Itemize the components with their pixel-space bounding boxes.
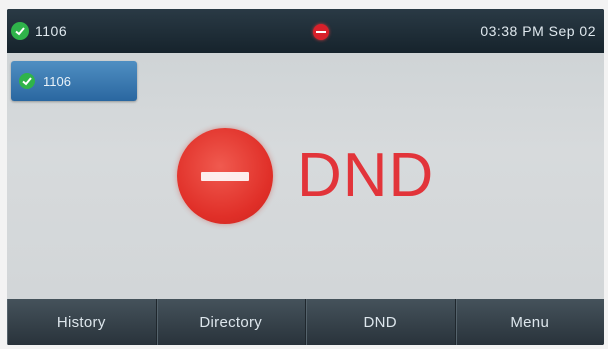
phone-screen: 1106 03:38 PM Sep 02 1106 DND History Di… bbox=[7, 9, 604, 345]
dnd-status-icon bbox=[313, 24, 329, 40]
dnd-label: DND bbox=[297, 141, 435, 210]
status-bar: 1106 03:38 PM Sep 02 bbox=[7, 9, 604, 53]
date-time: 03:38 PM Sep 02 bbox=[480, 23, 596, 39]
softkey-history[interactable]: History bbox=[7, 299, 157, 345]
registered-check-icon bbox=[19, 73, 35, 89]
registered-check-icon bbox=[11, 22, 29, 40]
line-key-label: 1106 bbox=[43, 73, 71, 89]
softkey-bar: History Directory DND Menu bbox=[7, 299, 604, 345]
dnd-icon bbox=[177, 128, 297, 228]
account-status: 1106 bbox=[11, 21, 67, 41]
softkey-menu[interactable]: Menu bbox=[456, 299, 605, 345]
account-label: 1106 bbox=[35, 23, 68, 39]
dnd-bar bbox=[201, 172, 249, 181]
idle-screen: 1106 DND bbox=[7, 53, 604, 299]
softkey-directory[interactable]: Directory bbox=[157, 299, 306, 345]
line-key-1106[interactable]: 1106 bbox=[11, 61, 137, 101]
phone-bezel: 1106 03:38 PM Sep 02 1106 DND History Di… bbox=[0, 0, 608, 349]
softkey-dnd[interactable]: DND bbox=[306, 299, 456, 345]
